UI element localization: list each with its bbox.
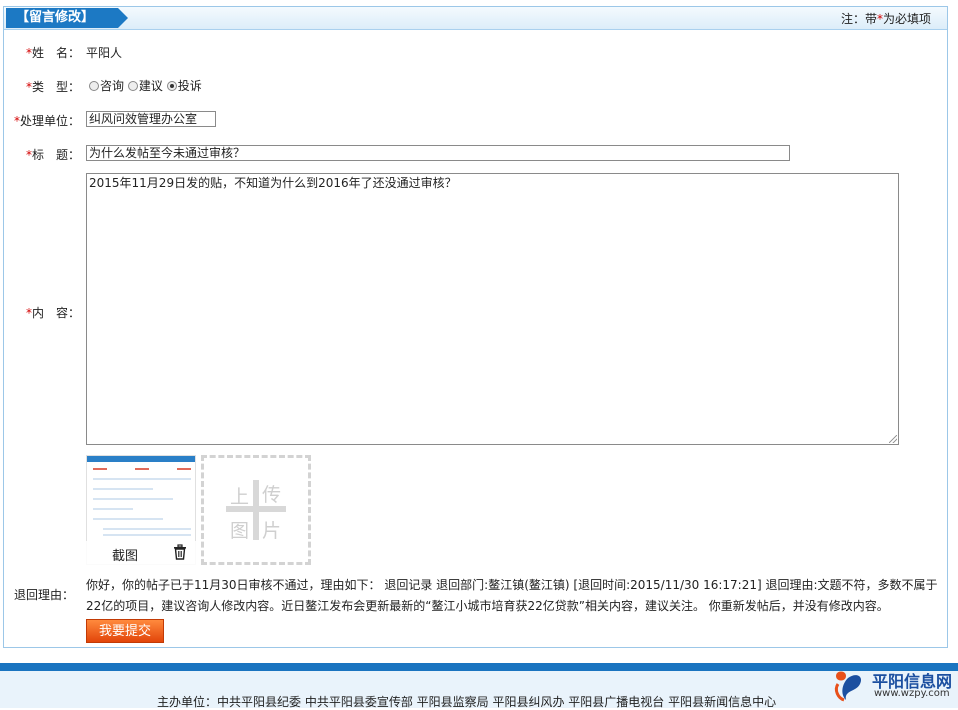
panel-titlebar: 【留言修改】 注：带*为必填项 [4, 7, 947, 30]
content-text: 2015年11月29日发的贴，不知道为什么到2016年了还没通过审核？ [89, 176, 457, 190]
type-radio-group: 咨询 建议 投诉 [89, 77, 202, 94]
unit-field[interactable]: 纠风问效管理办公室 [86, 111, 216, 127]
radio-button[interactable] [127, 81, 138, 91]
thumbnail-line [93, 488, 153, 490]
reason-text: 你好，你的帖子已于11月30日审核不通过，理由如下： 退回记录 退回部门:鳌江镇… [86, 578, 938, 613]
content-label-text: 内 容： [31, 306, 80, 320]
thumbnail-line [93, 468, 107, 470]
screenshot-caption-bar: 截图 [86, 541, 196, 565]
content-textarea[interactable]: 2015年11月29日发的贴，不知道为什么到2016年了还没通过审核？ [86, 173, 899, 445]
type-label-text: 类 型： [31, 80, 80, 94]
upload-image-button[interactable]: 上 传 图 片 [201, 455, 311, 565]
radio-button-selected[interactable] [166, 81, 177, 91]
upload-char: 图 [230, 520, 250, 542]
thumbnail-line [93, 478, 191, 480]
thumbnail-line [93, 508, 133, 510]
name-label: *姓 名： [4, 44, 80, 61]
type-option-complain[interactable]: 投诉 [166, 79, 202, 93]
type-option-suggest[interactable]: 建议 [127, 79, 163, 93]
title-label-text: 标 题： [31, 148, 80, 162]
thumbnail-line [177, 468, 191, 470]
unit-label: *处理单位： [4, 112, 80, 129]
required-note-suffix: 为必填项 [882, 12, 931, 26]
required-note-prefix: 注：带 [840, 12, 877, 26]
screenshot-caption: 截图 [112, 549, 139, 564]
thumbnail-line [93, 498, 173, 500]
upload-char: 传 [262, 484, 282, 506]
title-label: *标 题： [4, 146, 80, 163]
type-option-label: 建议 [138, 79, 163, 93]
type-option-consult[interactable]: 咨询 [89, 79, 124, 93]
type-option-label: 投诉 [177, 79, 202, 93]
required-note: 注：带*为必填项 [841, 10, 931, 27]
thumbnail-line [103, 534, 191, 536]
title-field[interactable]: 为什么发帖至今未通过审核？ [86, 145, 790, 161]
thumbnail-line [103, 528, 191, 530]
site-logo[interactable]: 平阳信息网 www.wzpy.com [830, 666, 954, 706]
plus-icon [253, 480, 259, 540]
thumbnail-line [135, 468, 149, 470]
logo-mark-icon [834, 671, 862, 702]
radio-button[interactable] [89, 81, 99, 91]
panel-title-tab: 【留言修改】 [6, 8, 128, 28]
thumbnail-line [93, 518, 163, 520]
name-value: 平阳人 [86, 46, 123, 60]
type-label: *类 型： [4, 78, 80, 95]
upload-char: 上 [230, 486, 250, 508]
footer: 主办单位：中共平阳县纪委 中共平阳县委宣传部 平阳县监察局 平阳县纠风办 平阳县… [0, 671, 958, 709]
footer-sponsors: 主办单位：中共平阳县纪委 中共平阳县委宣传部 平阳县监察局 平阳县纠风办 平阳县… [157, 695, 777, 709]
resize-handle[interactable] [889, 435, 897, 443]
upload-char: 片 [262, 520, 282, 542]
trash-icon[interactable] [172, 544, 188, 560]
type-option-label: 咨询 [100, 79, 125, 93]
submit-button[interactable]: 我要提交 [86, 619, 164, 643]
message-edit-panel: 【留言修改】 注：带*为必填项 *姓 名： 平阳人 *类 型： 咨询 建议 投诉… [3, 6, 948, 648]
thumbnail-header [87, 456, 195, 462]
logo-url: www.wzpy.com [874, 688, 950, 699]
reason-label: 退回理由： [13, 588, 74, 602]
content-label: *内 容： [4, 304, 80, 321]
footer-divider [0, 663, 958, 671]
name-label-text: 姓 名： [31, 46, 80, 60]
unit-label-text: 处理单位： [19, 114, 80, 128]
